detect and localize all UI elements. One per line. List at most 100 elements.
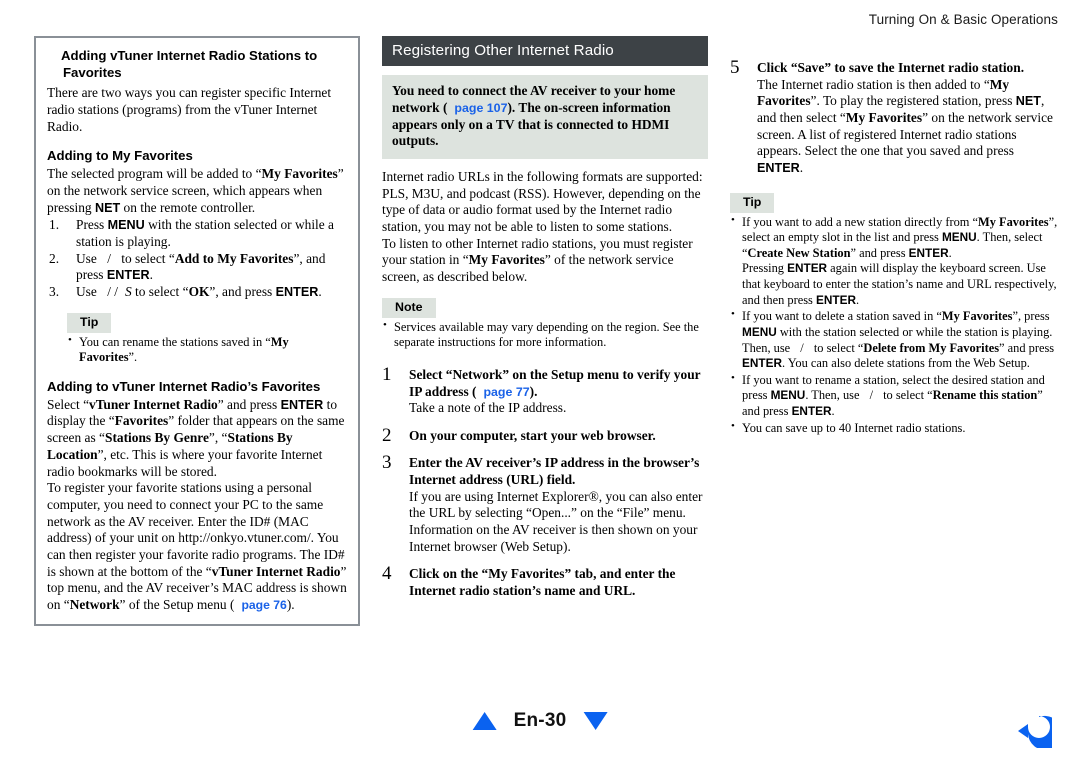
key-net: NET — [1015, 94, 1041, 109]
text-fragment: Use — [76, 250, 101, 266]
middle-step-2-title: On your computer, start your web browser… — [409, 427, 656, 443]
key-net: NET — [94, 200, 121, 215]
left-step-1: Press MENU with the station selected or … — [47, 217, 347, 250]
key-enter: ENTER — [275, 285, 319, 300]
text-fragment: ” and press — [217, 396, 281, 412]
right-tip-bullet-1: If you want to add a new station directl… — [730, 214, 1062, 309]
middle-paragraph-2: To listen to other Internet radio statio… — [382, 236, 708, 286]
menu-item-add-to-my-favorites: Add to My Favorites — [174, 250, 294, 266]
key-enter: ENTER — [791, 404, 832, 419]
left-subheading-vtuner-favorites: Adding to vTuner Internet Radio’s Favori… — [47, 378, 321, 394]
tip-badge: Tip — [67, 312, 112, 333]
left-step-2: Use / to select “Add to My Favorites”, a… — [47, 251, 347, 284]
left-numbered-steps: Press MENU with the station selected or … — [47, 217, 347, 300]
emphasis-vtuner-internet-radio: vTuner Internet Radio — [211, 563, 341, 579]
text-fragment: to select “ — [880, 388, 933, 403]
menu-item-ok: OK — [188, 284, 210, 300]
page-reference-link[interactable]: page 107 — [454, 101, 507, 115]
emphasis-my-favorites-2: My Favorites — [845, 109, 923, 125]
text-fragment: . — [318, 284, 322, 300]
middle-note-badge-wrap: Note — [382, 297, 708, 318]
return-arrow-icon[interactable] — [1008, 704, 1062, 750]
text-fragment: Use — [76, 284, 101, 300]
text-fragment: The selected program will be added to “ — [47, 166, 262, 182]
right-step-5: Click “Save” to save the Internet radio … — [730, 58, 1062, 177]
page-reference-link[interactable]: page 77 — [483, 385, 529, 399]
emphasis-my-favorites: My Favorites — [941, 309, 1013, 324]
text-fragment: Press — [76, 217, 108, 233]
text-fragment: You can rename the stations saved in “ — [79, 334, 271, 349]
middle-step-1: Select “Network” on the Setup menu to ve… — [382, 365, 708, 417]
text-fragment: The Internet radio station is then added… — [757, 76, 990, 92]
text-fragment: . You can also delete stations from the … — [781, 356, 1030, 371]
text-fragment: ”, and press — [209, 284, 276, 300]
tip-badge: Tip — [730, 192, 775, 213]
left-tip-bullet-1: You can rename the stations saved in “My… — [67, 334, 347, 366]
text-fragment: to select “ — [810, 340, 864, 355]
callout-text: You need to connect the AV receiver to y… — [392, 83, 698, 150]
menu-item-create-new-station: Create New Station — [747, 245, 851, 260]
emphasis-my-favorites: My Favorites — [261, 166, 338, 182]
middle-step-1-body: Take a note of the IP address. — [409, 400, 567, 416]
text-fragment: . — [831, 404, 835, 419]
text-fragment: Pressing — [742, 261, 788, 276]
text-fragment: ). — [286, 597, 295, 613]
arrow-separator: / / — [107, 284, 118, 300]
triangle-up-icon[interactable] — [472, 712, 497, 730]
right-tip-bullet-2: If you want to delete a station saved in… — [730, 308, 1062, 372]
menu-item-rename-this-station: Rename this station — [932, 388, 1038, 403]
text-fragment: . — [855, 292, 860, 307]
key-enter: ENTER — [815, 292, 856, 307]
left-subheading-my-favorites: Adding to My Favorites — [47, 148, 193, 164]
right-column: Click “Save” to save the Internet radio … — [730, 36, 1062, 437]
arrow-separator-2: S — [124, 284, 132, 300]
page-number: En-30 — [513, 710, 567, 731]
note-badge: Note — [382, 297, 436, 318]
key-menu: MENU — [742, 324, 777, 339]
text-fragment: ” and press — [999, 340, 1055, 355]
page-columns: Adding vTuner Internet Radio Stations to… — [34, 36, 1057, 626]
text-fragment: Select “Network” on the Setup menu to ve… — [409, 366, 701, 399]
text-fragment: ” and press — [850, 245, 909, 260]
menu-item-delete-from-my-favorites: Delete from My Favorites — [863, 340, 1000, 355]
key-enter: ENTER — [742, 356, 782, 371]
key-enter: ENTER — [787, 261, 828, 276]
emphasis-stations-by-genre: Stations By Genre — [105, 430, 209, 446]
key-menu: MENU — [941, 230, 977, 245]
middle-step-1-title: Select “Network” on the Setup menu to ve… — [409, 367, 708, 400]
right-tip-bullets: If you want to add a new station directl… — [730, 214, 1062, 437]
right-numbered-steps: Click “Save” to save the Internet radio … — [730, 58, 1062, 177]
text-fragment: ” of the Setup menu ( — [119, 597, 235, 613]
key-enter: ENTER — [908, 245, 949, 260]
middle-numbered-steps: Select “Network” on the Setup menu to ve… — [382, 365, 708, 600]
middle-paragraph-1: Internet radio URLs in the following for… — [382, 169, 703, 235]
text-fragment: . — [149, 267, 153, 283]
emphasis-my-favorites: My Favorites — [978, 214, 1049, 229]
text-fragment: If you want to delete a station saved in… — [742, 309, 942, 324]
left-section-heading: Adding vTuner Internet Radio Stations to… — [61, 48, 318, 81]
right-tip-bullet-4: You can save up to 40 Internet radio sta… — [730, 420, 1062, 437]
footer-navigation: En-30 — [472, 710, 608, 732]
page-reference-link[interactable]: page 76 — [241, 598, 286, 612]
middle-step-3-body: If you are using Internet Explorer®, you… — [409, 488, 703, 521]
middle-step-3-title: Enter the AV receiver’s IP address in th… — [409, 455, 700, 488]
left-intro-paragraph: There are two ways you can register spec… — [47, 85, 332, 134]
arrow-separator: / — [869, 388, 874, 403]
section-title-bar: Registering Other Internet Radio — [382, 36, 708, 66]
left-tip-badge-wrap: Tip — [47, 312, 347, 333]
triangle-down-icon[interactable] — [583, 712, 608, 730]
text-fragment: . — [948, 245, 952, 260]
key-enter: ENTER — [106, 268, 150, 283]
page-footer: En-30 — [0, 704, 1080, 750]
text-fragment: ”, “ — [208, 430, 228, 446]
text-fragment: . — [799, 160, 804, 176]
right-tip-bullet-3: If you want to rename a station, select … — [730, 372, 1062, 420]
right-tip-badge-wrap: Tip — [730, 192, 1062, 213]
left-sub1-intro: The selected program will be added to “M… — [47, 166, 347, 216]
right-step-5-body: The Internet radio station is then added… — [757, 77, 1062, 177]
text-fragment: Select “ — [47, 396, 90, 412]
middle-step-3: Enter the AV receiver’s IP address in th… — [382, 453, 708, 555]
left-step-3: Use / / S to select “OK”, and press ENTER… — [47, 284, 347, 301]
running-header: Turning On & Basic Operations — [868, 12, 1058, 27]
arrow-separator: / — [107, 250, 111, 266]
